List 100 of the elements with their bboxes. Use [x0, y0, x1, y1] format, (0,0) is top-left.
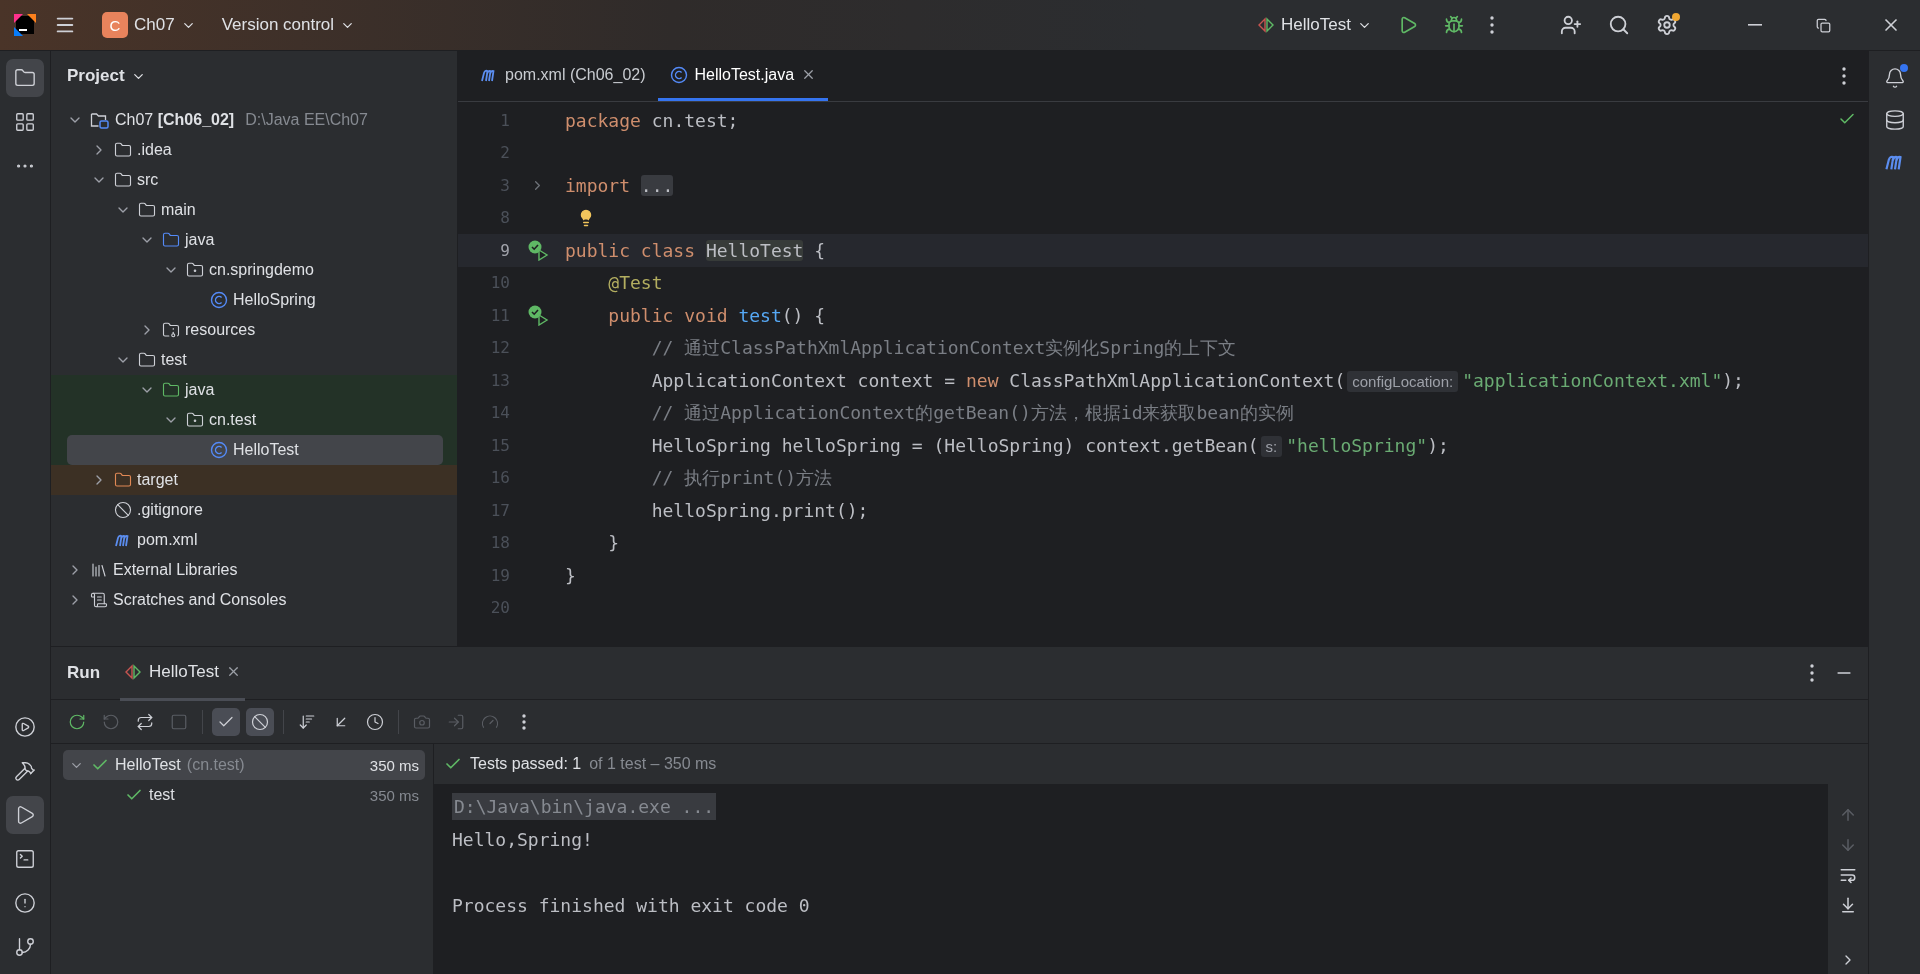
tree-item[interactable]: External Libraries — [67, 555, 457, 585]
toolbar-button[interactable] — [246, 707, 274, 736]
tree-item-label: resources — [185, 321, 256, 339]
tree-item-label: .idea — [137, 141, 172, 159]
test-name: HelloTest — [115, 756, 181, 774]
code-line: } — [607, 532, 620, 554]
scratches-icon — [90, 591, 108, 609]
git-branch-icon[interactable] — [14, 936, 36, 958]
test-name: test — [149, 786, 175, 804]
tree-item[interactable]: java — [139, 225, 457, 255]
code-line: @Test — [607, 272, 663, 294]
more-icon[interactable] — [522, 713, 526, 730]
terminal-icon[interactable] — [14, 848, 36, 870]
sort-icon[interactable] — [298, 712, 316, 731]
settings-icon — [1656, 14, 1678, 36]
problems-icon[interactable] — [14, 892, 36, 914]
show-ignored-icon[interactable] — [251, 712, 269, 731]
tree-item[interactable]: src — [91, 165, 457, 195]
tree-item[interactable]: cn.springdemo — [163, 255, 457, 285]
tree-item[interactable]: main — [115, 195, 457, 225]
tree-item[interactable]: test — [115, 345, 457, 375]
tree-item[interactable]: HelloSpring — [187, 285, 457, 315]
console-line: Hello,Spring! — [452, 829, 593, 850]
notifications-icon[interactable] — [1883, 67, 1906, 89]
code-line: } — [565, 564, 576, 586]
tree-item-label: cn.springdemo — [209, 261, 314, 279]
tree-item-label: cn.test — [209, 411, 257, 429]
package-icon — [186, 411, 204, 429]
code-line: // 执行print()方法 — [650, 465, 833, 490]
soft-wrap-icon[interactable] — [1839, 866, 1857, 884]
more-icon[interactable] — [1810, 664, 1814, 682]
tree-item[interactable]: Scratches and Consoles — [67, 585, 457, 615]
tree-item[interactable]: pom.xml — [91, 525, 457, 555]
run-test-passed-icon[interactable] — [526, 304, 549, 327]
tree-item-label: pom.xml — [137, 531, 198, 549]
minimize-icon — [1748, 24, 1762, 26]
tree-item[interactable]: Ch07 [Ch06_02] D:\Java EE\Ch07 — [67, 105, 457, 135]
run-tab[interactable]: HelloTest — [120, 645, 245, 701]
class-icon — [210, 291, 228, 309]
tree-item-label: main — [161, 201, 196, 219]
tree-item-label: HelloTest — [233, 441, 299, 459]
tree-item-label: java — [185, 231, 215, 249]
tree-item[interactable]: resources — [139, 315, 457, 345]
bug-icon — [1444, 15, 1464, 35]
code-line: // 通过ApplicationContext的getBean()方法，根据id来获取bean的实例 — [650, 400, 1294, 425]
tool-window-button[interactable] — [6, 59, 44, 97]
test-tree-item[interactable]: test 350 ms — [63, 780, 425, 810]
libraries-icon — [90, 561, 108, 579]
tree-item[interactable]: HelloTest — [67, 435, 443, 465]
code-line: // 通过ClassPathXmlApplicationContext实例化Spring的上下文 — [650, 335, 1237, 360]
history-icon[interactable] — [366, 712, 384, 731]
structure-icon[interactable] — [14, 111, 36, 133]
code-line: HelloSpring helloSpring = (HelloSpring) context.getBean( s: "helloSpring"); — [650, 434, 1449, 456]
folder-icon[interactable] — [14, 67, 36, 89]
services-icon[interactable] — [14, 716, 36, 738]
update-dot — [1672, 13, 1680, 21]
toolbar-button[interactable] — [212, 707, 240, 736]
folder-icon — [114, 171, 132, 189]
vcs-menu[interactable]: Version control — [213, 9, 364, 41]
project-panel-title[interactable]: Project — [67, 66, 146, 86]
project-switcher[interactable]: C Ch07 — [94, 6, 204, 44]
code-line: helloSpring.print(); — [650, 499, 869, 521]
test-tree-item[interactable]: HelloTest (cn.test) 350 ms — [63, 750, 425, 780]
editor-tab[interactable]: HelloTest.java — [657, 51, 829, 101]
test-duration: 350 ms — [369, 756, 419, 774]
tree-item-label: External Libraries — [113, 561, 238, 579]
toggle-auto-test-icon[interactable] — [136, 712, 154, 731]
folder-icon — [138, 201, 156, 219]
search-icon — [1608, 14, 1630, 36]
database-icon[interactable] — [1883, 109, 1906, 131]
test-package: (cn.test) — [186, 756, 245, 774]
more-icon — [1490, 16, 1494, 34]
project-badge: C — [102, 12, 128, 38]
run-panel-title: Run — [67, 663, 101, 683]
app-logo-icon[interactable] — [14, 14, 36, 36]
tree-item[interactable]: .gitignore — [91, 495, 457, 525]
run-config-icon — [124, 663, 143, 680]
console-line: Process finished with exit code 0 — [452, 895, 810, 916]
tree-item-label: target — [137, 471, 178, 489]
scroll-to-end-icon[interactable] — [1839, 896, 1857, 914]
tool-window-button[interactable] — [6, 796, 44, 834]
rerun-icon[interactable] — [68, 712, 86, 731]
tree-item-label: java — [185, 381, 215, 399]
code-line: public void test() { — [607, 304, 826, 326]
hammer-icon[interactable] — [14, 760, 36, 782]
line-number: 9 — [499, 240, 510, 260]
class-icon — [669, 65, 688, 84]
run-test-passed-icon[interactable] — [526, 239, 549, 262]
tests-status: Tests passed: 1 — [470, 755, 582, 773]
editor-tab[interactable]: pom.xml (Ch06_02) — [468, 51, 658, 101]
run-config-selector[interactable]: HelloTest — [1249, 9, 1380, 41]
tree-item-label: Scratches and Consoles — [113, 591, 287, 609]
code-line: public class HelloTest { — [565, 239, 826, 261]
code-line: ApplicationContext context = new ClassPathXmlApplicationContext( configLocation: "applicationContext.xml"); — [650, 369, 1744, 391]
tree-item[interactable]: .idea — [91, 135, 457, 165]
more-icon[interactable] — [1842, 67, 1846, 85]
code-line: package cn.test; — [565, 109, 739, 131]
folder-icon — [114, 471, 132, 489]
folder-icon — [114, 141, 132, 159]
test-duration: 350 ms — [369, 786, 419, 804]
